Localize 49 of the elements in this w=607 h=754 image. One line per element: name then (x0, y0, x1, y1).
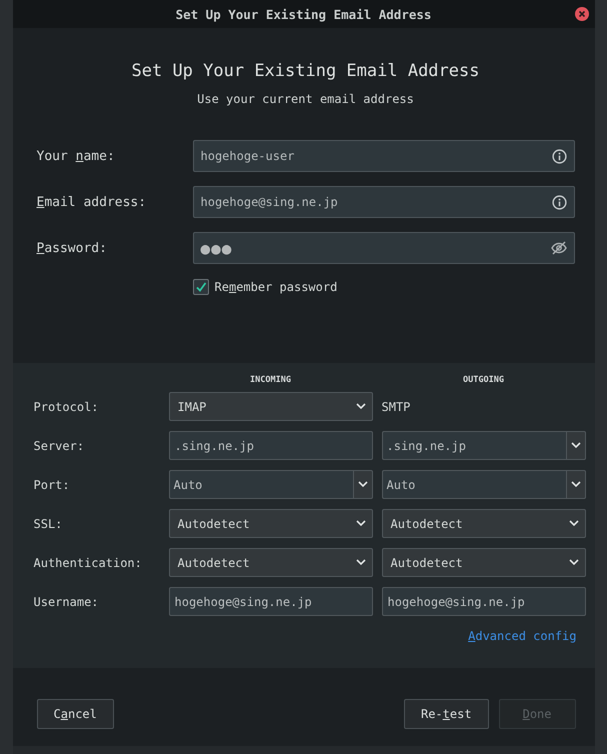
setting-label: Port: (34, 478, 71, 492)
input-field[interactable]: .sing.ne.jp (168, 431, 372, 460)
chevron-down-icon (356, 520, 366, 527)
setting-label: Protocol: (34, 400, 100, 414)
input-field[interactable]: Auto (382, 470, 566, 499)
dropdown[interactable]: Autodetect (382, 509, 586, 538)
info-icon[interactable] (552, 148, 566, 164)
input-field[interactable]: hogehoge@sing.ne.jp (382, 587, 586, 616)
setting-label: Username: (34, 594, 100, 608)
dialog-heading: Set Up Your Existing Email Address (130, 61, 480, 81)
input-field[interactable]: hogehoge@sing.ne.jp (192, 186, 574, 218)
dropdown[interactable]: IMAP (168, 392, 372, 421)
setting-label: SSL: (34, 516, 64, 530)
dropdown-button[interactable] (352, 470, 372, 499)
field-label: Your name: (36, 148, 116, 164)
dropdown[interactable]: Autodetect (168, 548, 372, 577)
field-label: Email address: (36, 194, 148, 210)
eye-slash-icon[interactable] (550, 241, 566, 255)
checkbox[interactable] (192, 279, 208, 295)
input-field[interactable]: hogehoge-user (192, 140, 574, 172)
chevron-down-icon (356, 559, 366, 566)
input-field[interactable]: Auto (168, 470, 352, 499)
input-field[interactable]: .sing.ne.jp (382, 431, 566, 460)
chevron-down-icon (568, 520, 578, 527)
chevron-down-icon (358, 481, 368, 488)
dialog-subheading: Use your current email address (196, 92, 415, 106)
column-header: OUTGOING (462, 375, 505, 385)
close-icon[interactable] (574, 7, 588, 21)
window-title: Set Up Your Existing Email Address (176, 6, 432, 22)
dropdown[interactable]: Autodetect (168, 509, 372, 538)
chevron-down-icon (570, 481, 580, 488)
setting-label: Authentication: (34, 556, 143, 570)
setting-label: Server: (34, 438, 86, 452)
checkbox-label[interactable]: Remember password (214, 280, 338, 294)
dropdown[interactable]: Autodetect (382, 548, 586, 577)
chevron-down-icon (568, 559, 578, 566)
field-label: Password: (36, 240, 108, 256)
dropdown-button[interactable] (566, 470, 586, 499)
dropdown-button[interactable] (566, 431, 586, 460)
advanced-config-link[interactable]: Advanced config (468, 629, 576, 643)
info-icon[interactable] (552, 194, 566, 210)
input-field[interactable]: ●●● (192, 232, 574, 264)
column-header: INCOMING (249, 375, 292, 385)
input-field[interactable]: hogehoge@sing.ne.jp (168, 587, 372, 616)
protocol-text: SMTP (382, 400, 410, 414)
chevron-down-icon (570, 442, 580, 449)
cancel-button[interactable]: Cancel (36, 699, 114, 729)
chevron-down-icon (356, 403, 366, 410)
dialog-button[interactable]: Re-test (404, 699, 489, 729)
